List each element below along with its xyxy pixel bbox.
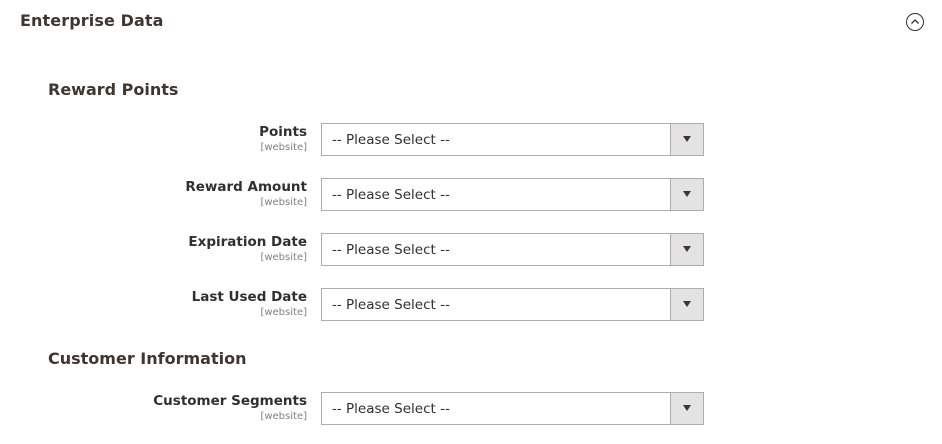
field-row-reward-amount: Reward Amount [website] -- Please Select… bbox=[0, 178, 942, 212]
dropdown-arrow-button[interactable] bbox=[670, 393, 703, 424]
select-value: -- Please Select -- bbox=[332, 132, 450, 148]
dropdown-arrow-button[interactable] bbox=[670, 179, 703, 210]
triangle-down-icon bbox=[683, 136, 691, 142]
field-row-customer-segments: Customer Segments [website] -- Please Se… bbox=[0, 392, 942, 426]
field-label: Expiration Date bbox=[188, 234, 307, 250]
triangle-down-icon bbox=[683, 301, 691, 307]
expiration-date-select[interactable]: -- Please Select -- bbox=[321, 233, 704, 266]
field-scope: [website] bbox=[260, 307, 307, 318]
group-title-reward-points: Reward Points bbox=[48, 80, 179, 99]
select-value: -- Please Select -- bbox=[332, 242, 450, 258]
select-value: -- Please Select -- bbox=[332, 297, 450, 313]
reward-amount-select[interactable]: -- Please Select -- bbox=[321, 178, 704, 211]
field-label: Customer Segments bbox=[153, 393, 307, 409]
select-value: -- Please Select -- bbox=[332, 187, 450, 203]
field-scope: [website] bbox=[260, 142, 307, 153]
field-scope: [website] bbox=[260, 197, 307, 208]
field-scope: [website] bbox=[260, 411, 307, 422]
triangle-down-icon bbox=[683, 246, 691, 252]
field-label: Last Used Date bbox=[191, 289, 307, 305]
dropdown-arrow-button[interactable] bbox=[670, 124, 703, 155]
field-row-points: Points [website] -- Please Select -- bbox=[0, 123, 942, 157]
field-scope: [website] bbox=[260, 252, 307, 263]
field-label: Points bbox=[259, 124, 307, 140]
triangle-down-icon bbox=[683, 191, 691, 197]
points-select[interactable]: -- Please Select -- bbox=[321, 123, 704, 156]
field-row-last-used-date: Last Used Date [website] -- Please Selec… bbox=[0, 288, 942, 322]
select-value: -- Please Select -- bbox=[332, 401, 450, 417]
section-title[interactable]: Enterprise Data bbox=[20, 11, 164, 30]
field-label: Reward Amount bbox=[185, 179, 307, 195]
field-row-expiration-date: Expiration Date [website] -- Please Sele… bbox=[0, 233, 942, 267]
chevron-up-circle-icon[interactable] bbox=[906, 13, 924, 31]
dropdown-arrow-button[interactable] bbox=[670, 234, 703, 265]
group-title-customer-information: Customer Information bbox=[48, 349, 247, 368]
triangle-down-icon bbox=[683, 405, 691, 411]
customer-segments-select[interactable]: -- Please Select -- bbox=[321, 392, 704, 425]
section-header[interactable]: Enterprise Data bbox=[0, 0, 942, 44]
dropdown-arrow-button[interactable] bbox=[670, 289, 703, 320]
last-used-date-select[interactable]: -- Please Select -- bbox=[321, 288, 704, 321]
